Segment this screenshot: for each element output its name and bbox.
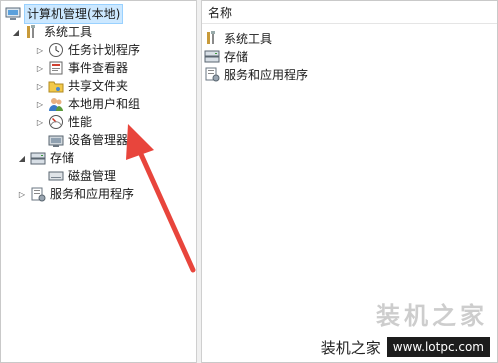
arrow-shaft <box>137 149 196 273</box>
watermark-url: www.lotpc.com <box>386 337 490 357</box>
watermark-text: 装机之家 <box>320 338 381 357</box>
arrow-head <box>126 124 154 160</box>
watermark-logo: 装机之家 <box>376 301 488 330</box>
watermark-bar: 装机之家 www.lotpc.com <box>316 335 494 359</box>
